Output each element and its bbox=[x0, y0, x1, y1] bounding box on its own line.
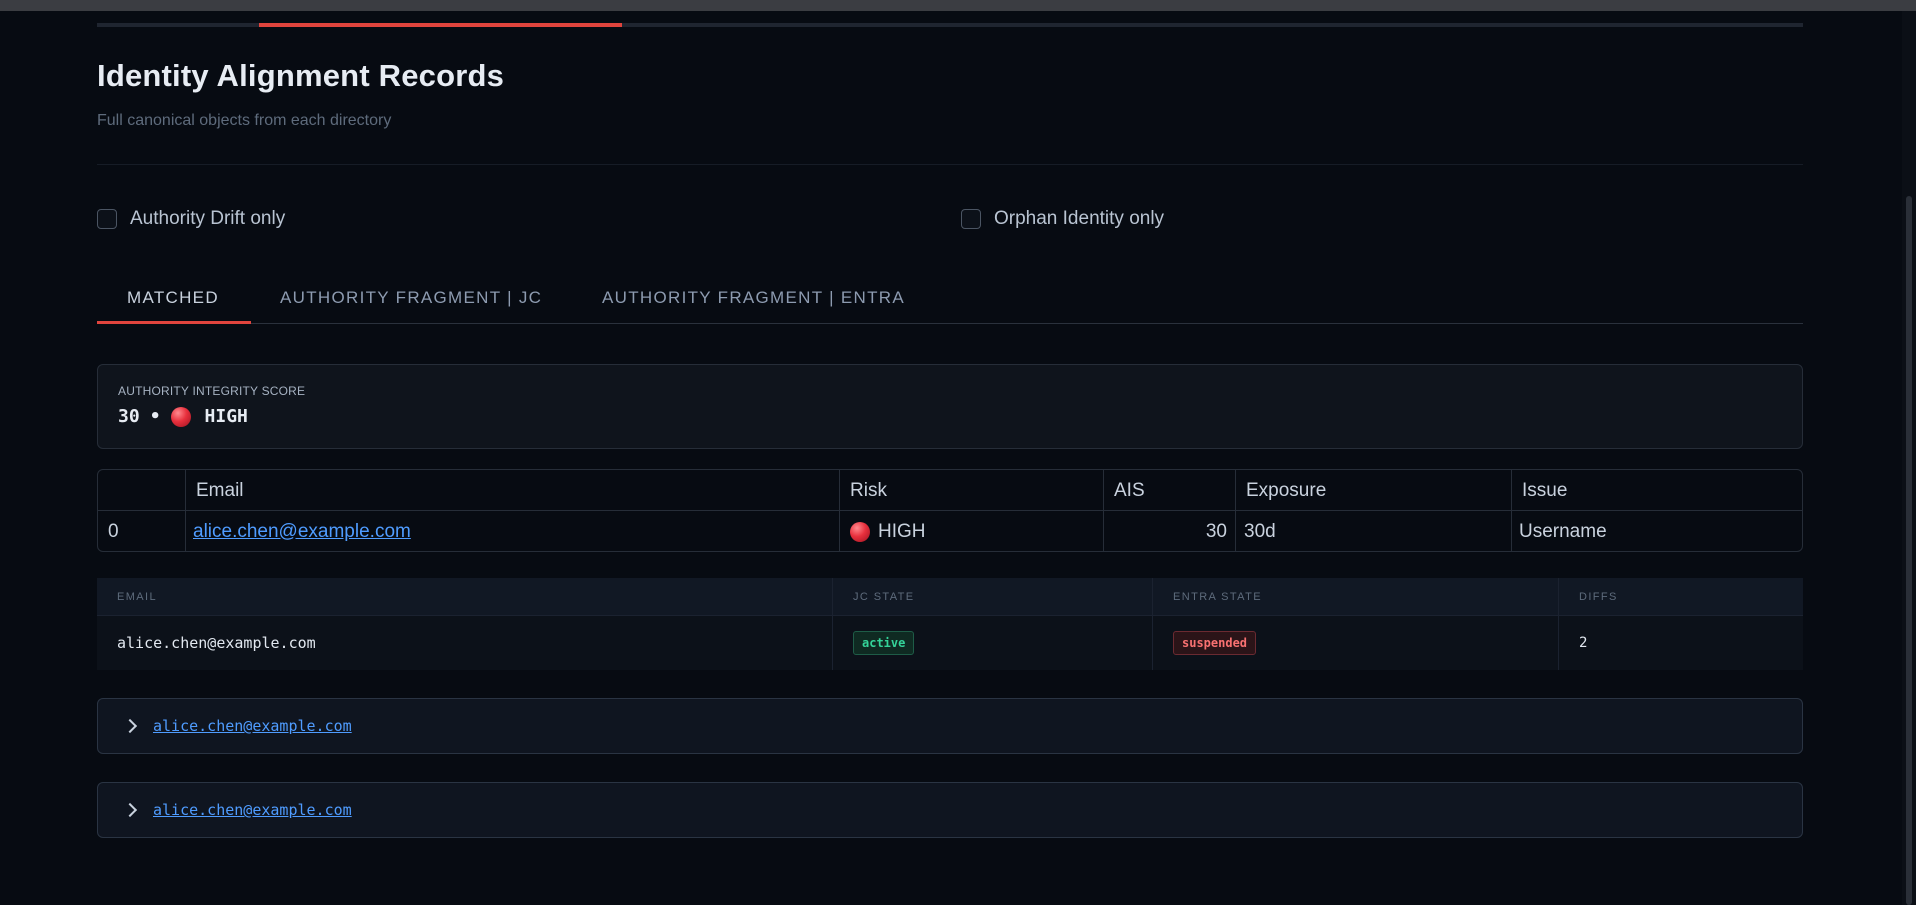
active-tab-indicator bbox=[97, 321, 251, 324]
section-divider bbox=[97, 164, 1803, 165]
window-top-bar bbox=[0, 0, 1916, 11]
row-exposure: 30d bbox=[1236, 511, 1512, 551]
page-subtitle: Full canonical objects from each directo… bbox=[97, 112, 392, 129]
tab-matched[interactable]: MATCHED bbox=[127, 288, 219, 308]
orphan-identity-label: Orphan Identity only bbox=[994, 208, 1165, 229]
state-row-email: alice.chen@example.com bbox=[97, 616, 833, 670]
row-issue: Username bbox=[1519, 520, 1607, 542]
jc-state-badge: active bbox=[853, 631, 915, 655]
col-header-index bbox=[98, 470, 186, 511]
entra-state-badge: suspended bbox=[1173, 631, 1257, 655]
summary-table: Email Risk AIS Exposure Issue 0 alice.ch… bbox=[97, 469, 1803, 552]
score-level: HIGH bbox=[204, 406, 248, 427]
score-value: 30 • HIGH bbox=[118, 406, 248, 427]
col-header-email: EMAIL bbox=[97, 578, 833, 616]
score-number: 30 bbox=[118, 406, 140, 427]
row-risk-cell: HIGH bbox=[840, 511, 1104, 551]
col-header-issue[interactable]: Issue bbox=[1512, 470, 1802, 511]
record-accordion[interactable]: alice.chen@example.com bbox=[97, 698, 1803, 754]
record-email-link[interactable]: alice.chen@example.com bbox=[153, 801, 352, 819]
col-header-email[interactable]: Email bbox=[186, 470, 840, 511]
record-accordion[interactable]: alice.chen@example.com bbox=[97, 782, 1803, 838]
state-comparison-table: EMAIL JC STATE ENTRA STATE DIFFS alice.c… bbox=[97, 578, 1803, 670]
tab-authority-fragment-entra[interactable]: AUTHORITY FRAGMENT | ENTRA bbox=[602, 288, 905, 308]
score-separator: • bbox=[149, 406, 161, 427]
progress-indicator bbox=[259, 23, 622, 27]
col-header-ais[interactable]: AIS bbox=[1104, 470, 1236, 511]
row-risk: HIGH bbox=[878, 520, 926, 542]
page-title: Identity Alignment Records bbox=[97, 58, 505, 93]
risk-dot-icon bbox=[850, 521, 870, 542]
col-header-risk[interactable]: Risk bbox=[840, 470, 1104, 511]
row-index: 0 bbox=[98, 511, 186, 551]
chevron-right-icon[interactable] bbox=[122, 802, 138, 818]
authority-drift-label: Authority Drift only bbox=[130, 208, 286, 229]
col-header-jc-state: JC STATE bbox=[833, 578, 1153, 616]
authority-integrity-score-card: AUTHORITY INTEGRITY SCORE 30 • HIGH bbox=[97, 364, 1803, 449]
table-row[interactable]: 0 alice.chen@example.com HIGH 30 30d Use… bbox=[98, 511, 1802, 551]
orphan-identity-checkbox[interactable] bbox=[961, 209, 981, 229]
state-table-header: EMAIL JC STATE ENTRA STATE DIFFS bbox=[97, 578, 1803, 616]
col-header-entra-state: ENTRA STATE bbox=[1153, 578, 1559, 616]
tab-authority-fragment-jc[interactable]: AUTHORITY FRAGMENT | JC bbox=[280, 288, 542, 308]
scrollbar-thumb[interactable] bbox=[1906, 196, 1912, 905]
orphan-identity-filter[interactable]: Orphan Identity only bbox=[961, 208, 1164, 230]
summary-table-header: Email Risk AIS Exposure Issue bbox=[98, 470, 1802, 511]
col-header-exposure[interactable]: Exposure bbox=[1236, 470, 1512, 511]
tab-bar: MATCHED AUTHORITY FRAGMENT | JC AUTHORIT… bbox=[97, 278, 1803, 324]
state-row-jc-state-cell: active bbox=[833, 616, 1153, 670]
chevron-right-icon[interactable] bbox=[122, 718, 138, 734]
col-header-diffs: DIFFS bbox=[1579, 591, 1618, 603]
row-email-cell: alice.chen@example.com bbox=[186, 511, 840, 551]
authority-drift-checkbox[interactable] bbox=[97, 209, 117, 229]
score-label: AUTHORITY INTEGRITY SCORE bbox=[118, 384, 306, 398]
risk-dot-icon bbox=[170, 406, 191, 427]
authority-drift-filter[interactable]: Authority Drift only bbox=[97, 208, 285, 230]
state-row-entra-state-cell: suspended bbox=[1153, 616, 1559, 670]
state-row-diffs: 2 bbox=[1579, 635, 1588, 651]
record-email-link[interactable]: alice.chen@example.com bbox=[153, 717, 352, 735]
page-scrollbar[interactable] bbox=[1902, 11, 1916, 905]
row-email-link[interactable]: alice.chen@example.com bbox=[193, 521, 411, 543]
row-ais: 30 bbox=[1104, 511, 1236, 551]
